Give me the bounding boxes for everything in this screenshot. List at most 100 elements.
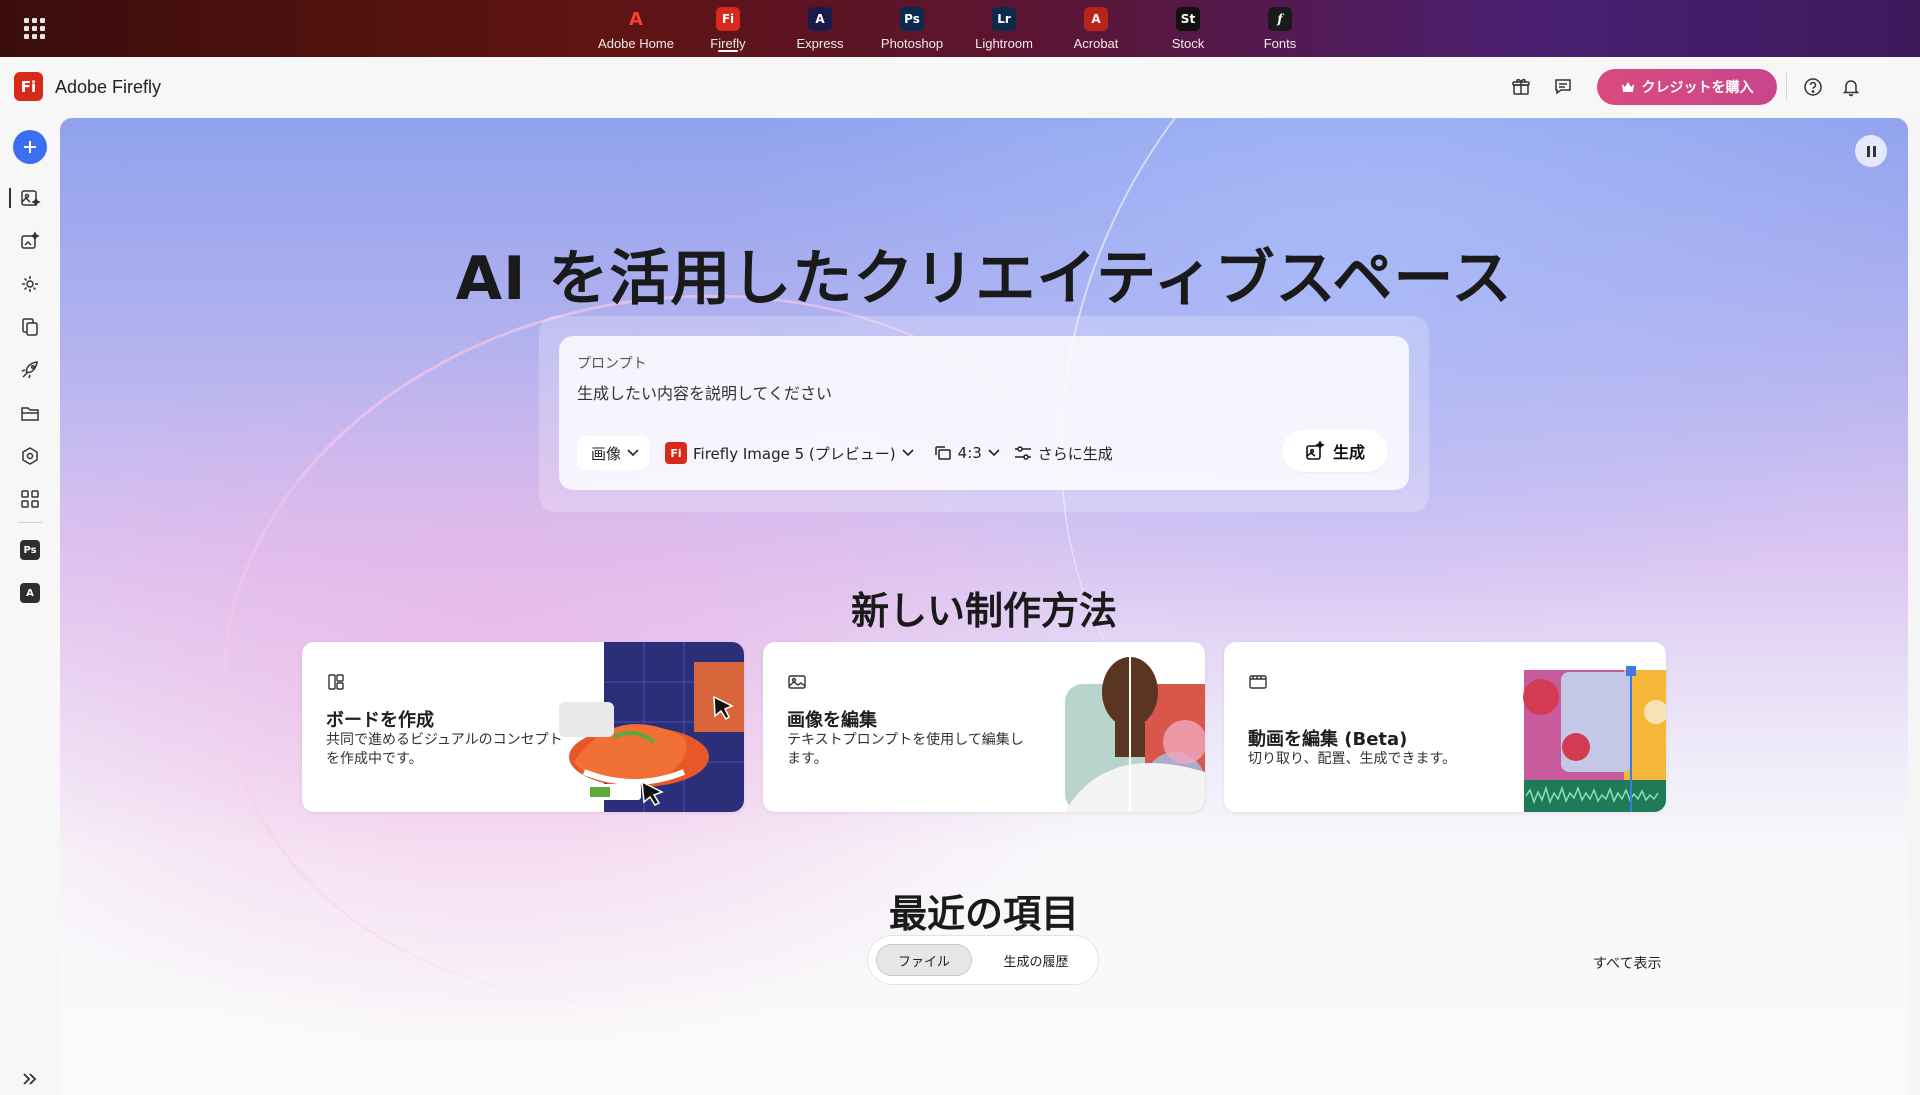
app-label: Photoshop [880, 36, 944, 51]
edit-image-icon[interactable] [18, 229, 42, 253]
app-adobe-home[interactable]: A Adobe Home [590, 0, 682, 57]
prompt-panel: プロンプト 生成したい内容を説明してください 画像 Fi Firefly Ima… [539, 316, 1429, 512]
new-ways-title: 新しい制作方法 [850, 589, 1117, 633]
chevron-down-icon [902, 449, 914, 457]
brand-kit-icon[interactable] [18, 444, 42, 468]
app-lightroom[interactable]: Lr Lightroom [958, 0, 1050, 57]
recent-tabs: ファイル 生成の履歴 [867, 935, 1099, 985]
buy-credits-button[interactable]: クレジットを購入 [1597, 69, 1777, 105]
card-title: ボードを作成 [326, 710, 434, 731]
notifications-icon[interactable] [1839, 75, 1863, 99]
pause-background-button[interactable] [1855, 135, 1887, 167]
aspect-ratio-dropdown[interactable]: 4:3 [934, 444, 1000, 462]
help-icon[interactable] [1801, 75, 1825, 99]
app-label: Stock [1171, 36, 1205, 51]
app-label: Adobe Home [598, 36, 674, 51]
portrait-preview-image [1065, 642, 1205, 812]
photoshop-icon: Ps [900, 7, 924, 31]
model-label: Firefly Image 5 (プレビュー) [693, 444, 896, 463]
content-type-dropdown[interactable]: 画像 [577, 436, 650, 470]
app-switcher-bar: A Adobe Home Fi Firefly A Express Ps Photoshop L… [0, 0, 1920, 57]
more-settings-label: さらに生成 [1037, 444, 1113, 463]
stock-icon: St [1176, 7, 1200, 31]
sliders-icon [1014, 446, 1031, 460]
card-description: 共同で進めるビジュアルのコンセプトを作成中です。 [326, 732, 563, 767]
gift-icon[interactable] [1509, 75, 1533, 99]
edit-image-card[interactable]: 画像を編集 テキストプロンプトを使用して編集します。 [763, 642, 1205, 812]
card-title: 動画を編集 (Beta) [1248, 729, 1408, 750]
board-icon [328, 674, 344, 690]
card-description: 切り取り、配置、生成できます。 [1248, 751, 1457, 767]
app-express[interactable]: A Express [774, 0, 866, 57]
aspect-ratio-icon [934, 446, 951, 460]
prompt-label: プロンプト [577, 356, 647, 372]
documents-icon[interactable] [18, 315, 42, 339]
card-title: 画像を編集 [787, 710, 877, 731]
acrobat-icon: A [1084, 7, 1108, 31]
app-label: Express [796, 36, 844, 51]
buy-credits-label: クレジットを購入 [1641, 80, 1754, 96]
rail-divider [18, 522, 42, 523]
firefly-model-icon: Fi [665, 442, 688, 464]
board-preview-image [559, 642, 744, 812]
fonts-icon: f [1268, 7, 1292, 31]
content-type-label: 画像 [591, 444, 622, 463]
chevron-down-icon [988, 449, 1000, 457]
create-board-card[interactable]: ボードを作成 共同で進めるビジュアルのコンセプトを作成中です。 [302, 642, 744, 812]
generate-label: 生成 [1332, 443, 1365, 462]
folder-icon[interactable] [18, 401, 42, 425]
app-grid-icon[interactable] [22, 16, 46, 40]
rocket-icon[interactable] [18, 358, 42, 382]
photoshop-shortcut-icon[interactable]: Ps [20, 540, 40, 560]
tab-generation-history[interactable]: 生成の履歴 [982, 944, 1090, 976]
active-indicator [9, 188, 11, 208]
apps-icon[interactable] [18, 487, 42, 511]
chevron-down-icon [627, 449, 639, 457]
card-description: テキストプロンプトを使用して編集します。 [787, 732, 1024, 767]
video-preview-image [1523, 666, 1666, 812]
app-label: Acrobat [1073, 36, 1119, 51]
app-firefly[interactable]: Fi Firefly [682, 0, 774, 57]
firefly-icon: Fi [716, 7, 740, 31]
app-stock[interactable]: St Stock [1142, 0, 1234, 57]
generate-icon [1306, 441, 1325, 460]
prompt-input[interactable]: 生成したい内容を説明してください [577, 380, 832, 404]
prompt-options: 画像 Fi Firefly Image 5 (プレビュー) 4:3 さらに生成 [577, 433, 1113, 473]
show-all-link[interactable]: すべて表示 [1593, 953, 1661, 973]
feedback-icon[interactable] [1551, 75, 1575, 99]
lightroom-icon: Lr [992, 7, 1016, 31]
app-label: Firefly [710, 36, 746, 51]
adobe-icon: A [629, 8, 643, 30]
recent-title: 最近の項目 [888, 892, 1079, 936]
model-dropdown[interactable]: Fi Firefly Image 5 (プレビュー) [665, 442, 914, 464]
video-icon [1249, 675, 1267, 689]
more-settings-button[interactable]: さらに生成 [1014, 443, 1113, 464]
image-icon [788, 675, 806, 689]
app-acrobat[interactable]: A Acrobat [1050, 0, 1142, 57]
crown-icon [1621, 82, 1634, 92]
prompt-box: プロンプト 生成したい内容を説明してください 画像 Fi Firefly Ima… [559, 336, 1409, 490]
effects-icon[interactable] [18, 272, 42, 296]
edit-video-card[interactable]: 動画を編集 (Beta) 切り取り、配置、生成できます。 [1224, 642, 1666, 812]
brand-name[interactable]: Adobe Firefly [55, 77, 161, 98]
app-photoshop[interactable]: Ps Photoshop [866, 0, 958, 57]
generate-image-icon[interactable] [18, 186, 42, 210]
hero-title: AI を活用したクリエイティブスペース [455, 244, 1513, 314]
express-shortcut-icon[interactable]: A [20, 583, 40, 603]
app-label: Fonts [1263, 36, 1297, 51]
firefly-logo[interactable]: Fi [14, 72, 43, 101]
app-fonts[interactable]: f Fonts [1234, 0, 1326, 57]
left-rail: Ps A [0, 118, 60, 1095]
express-icon: A [808, 7, 832, 31]
plus-icon [24, 141, 36, 153]
header: Fi Adobe Firefly クレジットを購入 [0, 57, 1920, 118]
app-label: Lightroom [975, 36, 1033, 51]
home-panel: AI を活用したクリエイティブスペース プロンプト 生成したい内容を説明してくだ… [60, 118, 1908, 1095]
tab-files[interactable]: ファイル [876, 944, 972, 976]
header-divider [1786, 73, 1787, 101]
aspect-ratio-label: 4:3 [957, 444, 982, 462]
generate-button[interactable]: 生成 [1282, 430, 1388, 472]
app-list: A Adobe Home Fi Firefly A Express Ps Photoshop L… [590, 0, 1326, 57]
expand-rail-icon[interactable] [20, 1070, 40, 1088]
create-new-button[interactable] [13, 130, 47, 164]
